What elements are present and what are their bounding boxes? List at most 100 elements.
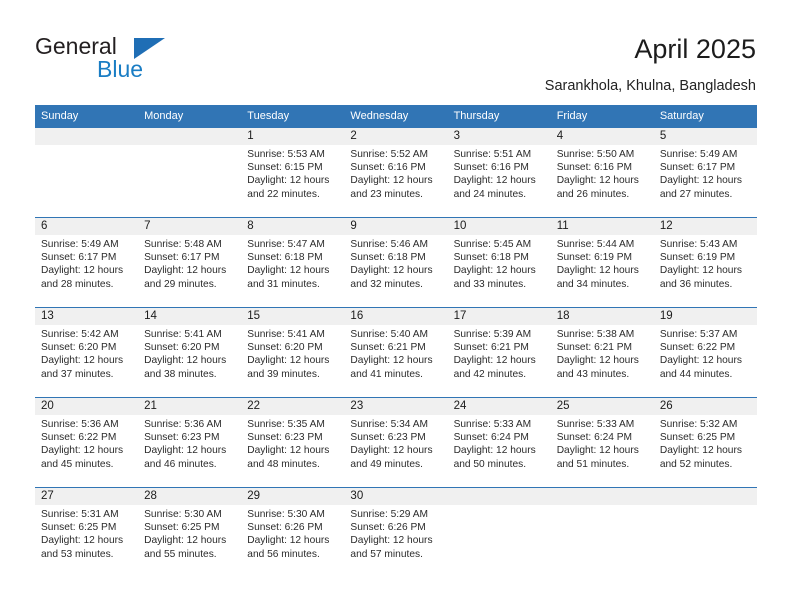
- day-cell-inner: 25 Sunrise: 5:33 AM Sunset: 6:24 PM Dayligh…: [550, 398, 654, 487]
- calendar-day-cell[interactable]: 24 Sunrise: 5:33 AM Sunset: 6:24 PM Dayligh…: [447, 397, 551, 488]
- sunset-time: Sunset: 6:21 PM: [350, 342, 426, 354]
- calendar-day-cell[interactable]: 8 Sunrise: 5:47 AM Sunset: 6:18 PM Daylight…: [241, 217, 345, 308]
- daylight-duration-line2: and 52 minutes.: [659, 458, 733, 470]
- day-cell-inner: 12 Sunrise: 5:43 AM Sunset: 6:19 PM Dayligh…: [653, 218, 757, 307]
- sunset-time: Sunset: 6:16 PM: [453, 162, 529, 174]
- daylight-duration-line1: Daylight: 12 hours: [144, 535, 227, 547]
- weekday-header-sunday: Sunday: [35, 105, 139, 128]
- daylight-duration-line2: and 43 minutes.: [556, 368, 630, 380]
- day-cell-inner: 29 Sunrise: 5:30 AM Sunset: 6:26 PM Dayligh…: [241, 488, 345, 577]
- day-cell-inner: 13 Sunrise: 5:42 AM Sunset: 6:20 PM Dayligh…: [35, 308, 139, 397]
- daylight-duration-line1: Daylight: 12 hours: [41, 535, 124, 547]
- calendar-day-cell[interactable]: 14 Sunrise: 5:41 AM Sunset: 6:20 PM Dayligh…: [138, 307, 242, 398]
- calendar-week-row: 20 Sunrise: 5:36 AM Sunset: 6:22 PM Dayligh…: [35, 397, 757, 488]
- day-cell-inner: [447, 488, 551, 577]
- calendar-day-cell[interactable]: 11 Sunrise: 5:44 AM Sunset: 6:19 PM Dayligh…: [550, 217, 654, 308]
- calendar-day-cell[interactable]: 16 Sunrise: 5:40 AM Sunset: 6:21 PM Dayligh…: [344, 307, 448, 398]
- daylight-duration-line2: and 49 minutes.: [350, 458, 423, 470]
- calendar-day-cell[interactable]: 15 Sunrise: 5:41 AM Sunset: 6:20 PM Dayligh…: [241, 307, 345, 398]
- sunrise-time: Sunrise: 5:53 AM: [247, 149, 325, 160]
- calendar-week-row: 27 Sunrise: 5:31 AM Sunset: 6:25 PM Dayligh…: [35, 487, 757, 577]
- day-details: Sunrise: 5:39 AM Sunset: 6:21 PM Daylight:…: [448, 325, 551, 381]
- calendar-day-cell[interactable]: 12 Sunrise: 5:43 AM Sunset: 6:19 PM Dayligh…: [653, 217, 757, 308]
- page-title: April 2025: [634, 34, 756, 64]
- calendar-day-cell[interactable]: 7 Sunrise: 5:48 AM Sunset: 6:17 PM Daylight…: [138, 217, 242, 308]
- day-number: 26: [653, 398, 757, 415]
- calendar-day-cell[interactable]: 29 Sunrise: 5:30 AM Sunset: 6:26 PM Dayligh…: [241, 487, 345, 577]
- calendar-day-cell[interactable]: 4 Sunrise: 5:50 AM Sunset: 6:16 PM Daylight…: [550, 128, 654, 218]
- daylight-duration-line2: and 50 minutes.: [453, 458, 527, 470]
- day-number: 29: [241, 488, 345, 505]
- calendar-day-cell[interactable]: 13 Sunrise: 5:42 AM Sunset: 6:20 PM Dayligh…: [35, 307, 139, 398]
- calendar-day-cell[interactable]: 21 Sunrise: 5:36 AM Sunset: 6:23 PM Dayligh…: [138, 397, 242, 488]
- daylight-duration-line2: and 29 minutes.: [144, 278, 217, 290]
- daylight-duration-line2: and 37 minutes.: [41, 368, 114, 380]
- calendar-day-cell[interactable]: 18 Sunrise: 5:38 AM Sunset: 6:21 PM Dayligh…: [550, 307, 654, 398]
- day-number: 21: [138, 398, 242, 415]
- day-number: 10: [447, 218, 551, 235]
- day-number: 18: [550, 308, 654, 325]
- daylight-duration-line1: Daylight: 12 hours: [556, 445, 639, 457]
- sunset-time: Sunset: 6:23 PM: [350, 432, 426, 444]
- calendar-day-cell[interactable]: 3 Sunrise: 5:51 AM Sunset: 6:16 PM Daylight…: [447, 128, 551, 218]
- calendar-day-cell[interactable]: 28 Sunrise: 5:30 AM Sunset: 6:25 PM Dayligh…: [138, 487, 242, 577]
- sunset-time: Sunset: 6:17 PM: [41, 252, 117, 264]
- calendar-day-cell[interactable]: 30 Sunrise: 5:29 AM Sunset: 6:26 PM Dayligh…: [344, 487, 448, 577]
- day-details: Sunrise: 5:34 AM Sunset: 6:23 PM Daylight:…: [344, 415, 447, 471]
- sunrise-time: Sunrise: 5:30 AM: [144, 509, 222, 520]
- day-number: 13: [35, 308, 139, 325]
- daylight-duration-line1: Daylight: 12 hours: [350, 355, 433, 367]
- daylight-duration-line2: and 39 minutes.: [247, 368, 320, 380]
- sunset-time: Sunset: 6:26 PM: [350, 522, 426, 534]
- day-number: [35, 128, 139, 145]
- sunset-time: Sunset: 6:17 PM: [144, 252, 220, 264]
- daylight-duration-line2: and 36 minutes.: [659, 278, 733, 290]
- daylight-duration-line2: and 55 minutes.: [144, 548, 217, 560]
- calendar-day-cell[interactable]: 1 Sunrise: 5:53 AM Sunset: 6:15 PM Daylight…: [241, 128, 345, 218]
- daylight-duration-line1: Daylight: 12 hours: [41, 355, 124, 367]
- calendar-day-cell[interactable]: 17 Sunrise: 5:39 AM Sunset: 6:21 PM Dayligh…: [447, 307, 551, 398]
- calendar-day-cell[interactable]: 5 Sunrise: 5:49 AM Sunset: 6:17 PM Daylight…: [653, 128, 757, 218]
- day-details: Sunrise: 5:35 AM Sunset: 6:23 PM Daylight:…: [241, 415, 344, 471]
- calendar-day-cell[interactable]: 9 Sunrise: 5:46 AM Sunset: 6:18 PM Daylight…: [344, 217, 448, 308]
- day-details: Sunrise: 5:50 AM Sunset: 6:16 PM Daylight:…: [551, 145, 654, 201]
- calendar-day-cell[interactable]: 10 Sunrise: 5:45 AM Sunset: 6:18 PM Dayligh…: [447, 217, 551, 308]
- day-number: 8: [241, 218, 345, 235]
- general-blue-logo[interactable]: General Blue: [35, 34, 265, 90]
- day-number: 22: [241, 398, 345, 415]
- calendar-day-cell[interactable]: 2 Sunrise: 5:52 AM Sunset: 6:16 PM Daylight…: [344, 128, 448, 218]
- daylight-duration-line1: Daylight: 12 hours: [247, 535, 330, 547]
- sunrise-time: Sunrise: 5:31 AM: [41, 509, 119, 520]
- day-number: 23: [344, 398, 448, 415]
- day-cell-inner: 22 Sunrise: 5:35 AM Sunset: 6:23 PM Dayligh…: [241, 398, 345, 487]
- day-cell-inner: 1 Sunrise: 5:53 AM Sunset: 6:15 PM Daylight…: [241, 128, 345, 217]
- weekday-header-thursday: Thursday: [447, 105, 551, 128]
- calendar-day-cell[interactable]: 19 Sunrise: 5:37 AM Sunset: 6:22 PM Dayligh…: [653, 307, 757, 398]
- calendar-day-cell[interactable]: 23 Sunrise: 5:34 AM Sunset: 6:23 PM Dayligh…: [344, 397, 448, 488]
- sunrise-sunset-calendar: Sunday Monday Tuesday Wednesday Thursday…: [35, 105, 757, 577]
- day-cell-inner: [653, 488, 757, 577]
- calendar-day-cell[interactable]: 20 Sunrise: 5:36 AM Sunset: 6:22 PM Dayligh…: [35, 397, 139, 488]
- day-number: [653, 488, 757, 505]
- day-number: 16: [344, 308, 448, 325]
- daylight-duration-line1: Daylight: 12 hours: [556, 265, 639, 277]
- calendar-day-cell[interactable]: 26 Sunrise: 5:32 AM Sunset: 6:25 PM Dayligh…: [653, 397, 757, 488]
- sunrise-time: Sunrise: 5:40 AM: [350, 329, 429, 340]
- calendar-day-cell[interactable]: 27 Sunrise: 5:31 AM Sunset: 6:25 PM Dayligh…: [35, 487, 139, 577]
- calendar-day-cell[interactable]: 6 Sunrise: 5:49 AM Sunset: 6:17 PM Daylight…: [35, 217, 139, 308]
- calendar-day-cell[interactable]: 25 Sunrise: 5:33 AM Sunset: 6:24 PM Dayligh…: [550, 397, 654, 488]
- day-number: 15: [241, 308, 345, 325]
- calendar-day-cell[interactable]: 22 Sunrise: 5:35 AM Sunset: 6:23 PM Dayligh…: [241, 397, 345, 488]
- daylight-duration-line1: Daylight: 12 hours: [247, 355, 330, 367]
- calendar-body: 1 Sunrise: 5:53 AM Sunset: 6:15 PM Daylight…: [35, 128, 757, 577]
- day-number: 6: [35, 218, 139, 235]
- daylight-duration-line2: and 23 minutes.: [350, 188, 423, 200]
- sunset-time: Sunset: 6:18 PM: [453, 252, 529, 264]
- daylight-duration-line2: and 48 minutes.: [247, 458, 320, 470]
- day-details: Sunrise: 5:52 AM Sunset: 6:16 PM Daylight:…: [344, 145, 447, 201]
- sunset-time: Sunset: 6:24 PM: [453, 432, 529, 444]
- daylight-duration-line2: and 26 minutes.: [556, 188, 630, 200]
- day-details: Sunrise: 5:48 AM Sunset: 6:17 PM Daylight:…: [138, 235, 241, 291]
- day-cell-inner: 14 Sunrise: 5:41 AM Sunset: 6:20 PM Dayligh…: [138, 308, 242, 397]
- sunset-time: Sunset: 6:20 PM: [144, 342, 220, 354]
